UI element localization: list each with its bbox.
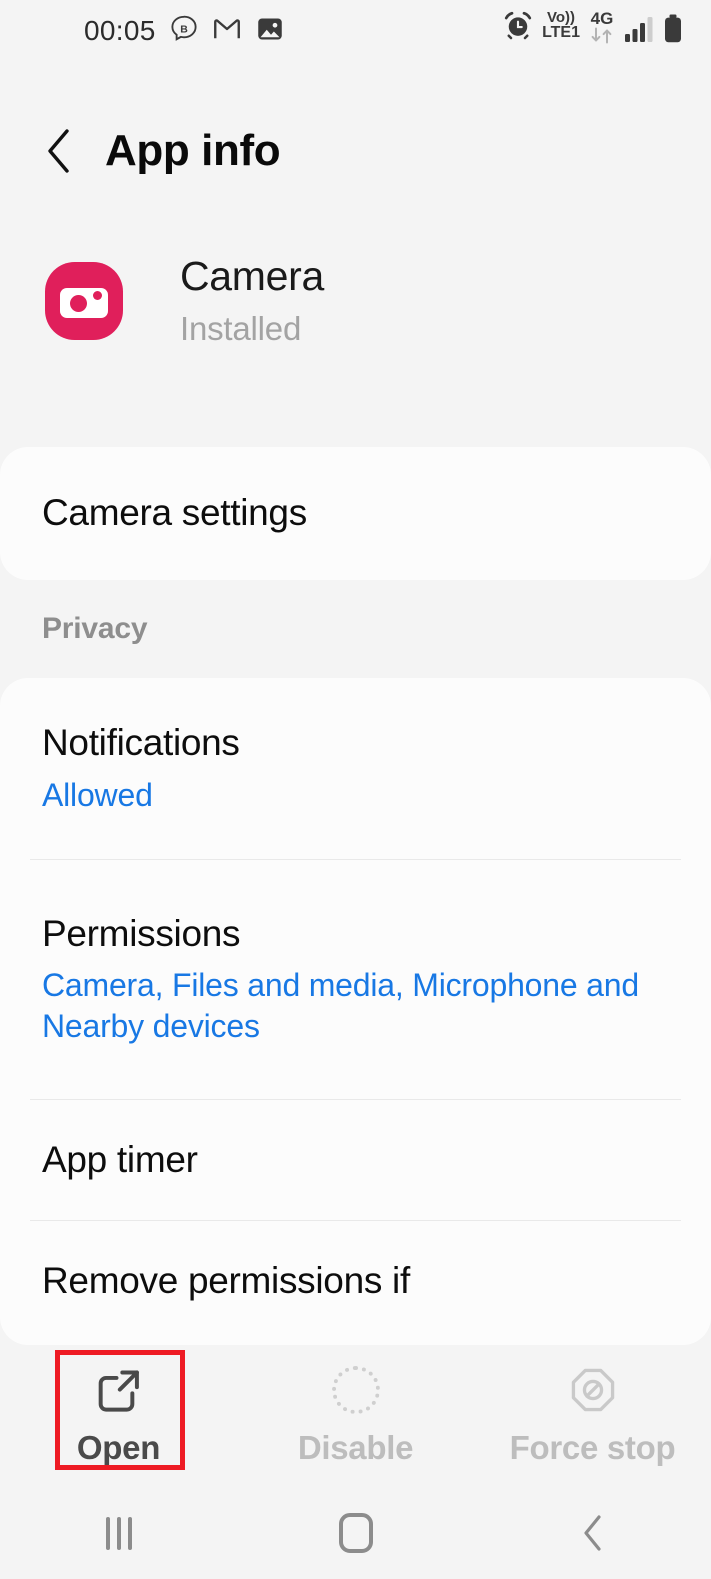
octagon-block-icon: [568, 1364, 618, 1416]
home-icon[interactable]: [237, 1487, 474, 1579]
app-timer-title: App timer: [42, 1138, 198, 1180]
force-stop-button[interactable]: Force stop: [474, 1345, 711, 1485]
status-bar-right: Vo)) LTE1 4G: [503, 10, 683, 48]
system-navigation-bar: [0, 1487, 711, 1579]
disable-label: Disable: [297, 1428, 414, 1466]
chat-bubble-b-icon: B: [169, 14, 199, 49]
camera-app-icon: [45, 262, 123, 340]
status-bar-clock: 00:05: [84, 15, 156, 46]
disable-button[interactable]: Disable: [237, 1345, 474, 1485]
open-button[interactable]: Open: [0, 1345, 237, 1485]
status-bar-left: 00:05 B: [84, 14, 285, 49]
gmail-icon: [212, 14, 242, 49]
list-item-app-timer[interactable]: App timer: [0, 1100, 711, 1220]
dotted-circle-icon: [331, 1364, 380, 1416]
status-bar: 00:05 B Vo)) LTE1 4G: [0, 0, 711, 62]
open-label: Open: [76, 1428, 161, 1466]
remove-permissions-title: Remove permissions if: [42, 1259, 410, 1301]
list-item-remove-permissions[interactable]: Remove permissions if: [0, 1221, 711, 1341]
app-identity: Camera Installed: [0, 253, 711, 373]
photos-icon: [255, 14, 285, 49]
external-link-icon: [94, 1364, 144, 1416]
signal-bars-icon: [624, 16, 654, 48]
list-item-permissions[interactable]: Permissions Camera, Files and media, Mic…: [0, 860, 711, 1099]
camera-settings-label: Camera settings: [42, 492, 307, 534]
battery-icon: [663, 14, 683, 48]
volte-line1: Vo)): [547, 9, 576, 26]
volte-icon: Vo)) LTE1: [542, 10, 580, 42]
camera-settings-card[interactable]: Camera settings: [0, 447, 711, 580]
app-install-status: Installed: [180, 310, 302, 348]
privacy-card: Notifications Allowed Permissions Camera…: [0, 678, 711, 1345]
page-title: App info: [105, 126, 281, 175]
force-stop-label: Force stop: [509, 1428, 676, 1466]
action-bar: Open Disable Force stop: [0, 1345, 711, 1485]
notifications-title: Notifications: [42, 722, 240, 764]
back-icon[interactable]: [474, 1487, 711, 1579]
permissions-value: Camera, Files and media, Microphone and …: [42, 967, 639, 1045]
network-type-indicator: 4G: [589, 10, 615, 48]
list-item-notifications[interactable]: Notifications Allowed: [0, 678, 711, 859]
list-item-camera-settings[interactable]: Camera settings: [0, 447, 711, 580]
notifications-value: Allowed: [42, 776, 153, 813]
chevron-left-icon[interactable]: [42, 129, 76, 173]
data-transfer-icon: [589, 27, 615, 48]
svg-text:B: B: [180, 23, 188, 35]
section-header-privacy: Privacy: [42, 612, 148, 645]
phone-screen: 00:05 B Vo)) LTE1 4G App info Camera Ins…: [0, 0, 711, 1579]
permissions-title: Permissions: [42, 912, 241, 954]
alarm-icon: [503, 10, 533, 45]
network-label: 4G: [590, 9, 614, 28]
recents-icon[interactable]: [0, 1487, 237, 1579]
volte-line2: LTE1: [542, 24, 580, 42]
app-name: Camera: [180, 253, 325, 299]
app-bar: App info: [0, 108, 711, 194]
